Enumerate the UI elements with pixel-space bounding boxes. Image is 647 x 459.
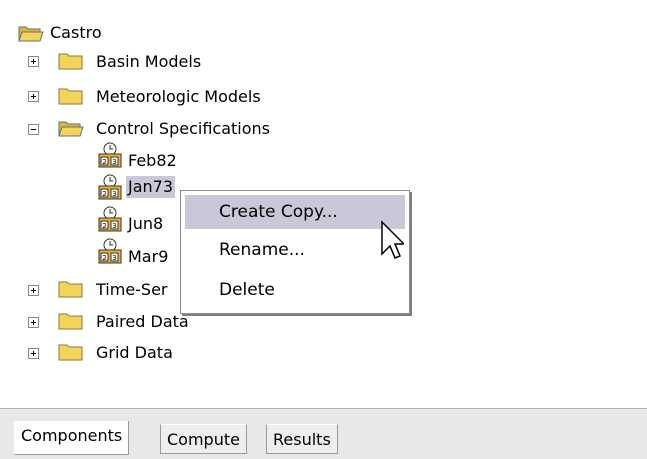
- tree-node-label[interactable]: Grid Data: [94, 342, 175, 364]
- tree-node-label[interactable]: Time-Ser: [94, 279, 170, 301]
- open-folder-icon: [58, 121, 84, 137]
- svg-text:2: 2: [102, 222, 106, 230]
- collapse-minus-icon[interactable]: [28, 124, 39, 135]
- calendar-clock-icon: 2 3: [98, 206, 122, 232]
- calendar-clock-icon: 2 3: [98, 142, 122, 168]
- context-menu: Create Copy... Rename... Delete: [180, 190, 410, 314]
- expand-plus-icon[interactable]: [28, 348, 39, 359]
- open-folder-icon: [18, 26, 44, 42]
- tree-node-label[interactable]: Basin Models: [94, 51, 203, 73]
- folder-icon: [58, 313, 83, 330]
- svg-text:3: 3: [112, 254, 116, 262]
- svg-text:3: 3: [112, 190, 116, 198]
- folder-icon: [58, 88, 83, 105]
- expand-plus-icon[interactable]: [28, 285, 39, 296]
- svg-text:3: 3: [112, 222, 116, 230]
- tree-leaf-label[interactable]: Mar9: [126, 246, 170, 268]
- tree-leaf-label[interactable]: Jun8: [126, 213, 165, 235]
- tab-compute[interactable]: Compute: [160, 424, 247, 454]
- folder-icon: [58, 344, 83, 361]
- folder-icon: [58, 53, 83, 70]
- tree-node-label[interactable]: Meteorologic Models: [94, 86, 263, 108]
- menu-item-delete[interactable]: Delete: [185, 273, 405, 307]
- svg-text:3: 3: [112, 158, 116, 166]
- folder-icon: [58, 281, 83, 298]
- svg-text:2: 2: [102, 254, 106, 262]
- svg-text:2: 2: [102, 158, 106, 166]
- expand-plus-icon[interactable]: [28, 91, 39, 102]
- mouse-pointer-icon: [381, 220, 404, 259]
- menu-item-rename[interactable]: Rename...: [185, 233, 405, 267]
- tree-leaf-label[interactable]: Feb82: [126, 150, 179, 172]
- calendar-clock-icon: 2 3: [98, 174, 122, 200]
- expand-plus-icon[interactable]: [28, 56, 39, 67]
- svg-text:2: 2: [102, 190, 106, 198]
- calendar-clock-icon: 2 3: [98, 238, 122, 264]
- tab-bar: Components Compute Results: [0, 408, 647, 459]
- tree-node-label[interactable]: Paired Data: [94, 311, 191, 333]
- expand-plus-icon[interactable]: [28, 317, 39, 328]
- tree-node-label[interactable]: Control Specifications: [94, 118, 272, 140]
- tab-results[interactable]: Results: [266, 424, 338, 454]
- tree-root-label[interactable]: Castro: [48, 22, 104, 44]
- tab-components[interactable]: Components: [14, 421, 130, 455]
- menu-item-create-copy[interactable]: Create Copy...: [185, 195, 405, 229]
- tree-leaf-label[interactable]: Jan73: [126, 176, 176, 198]
